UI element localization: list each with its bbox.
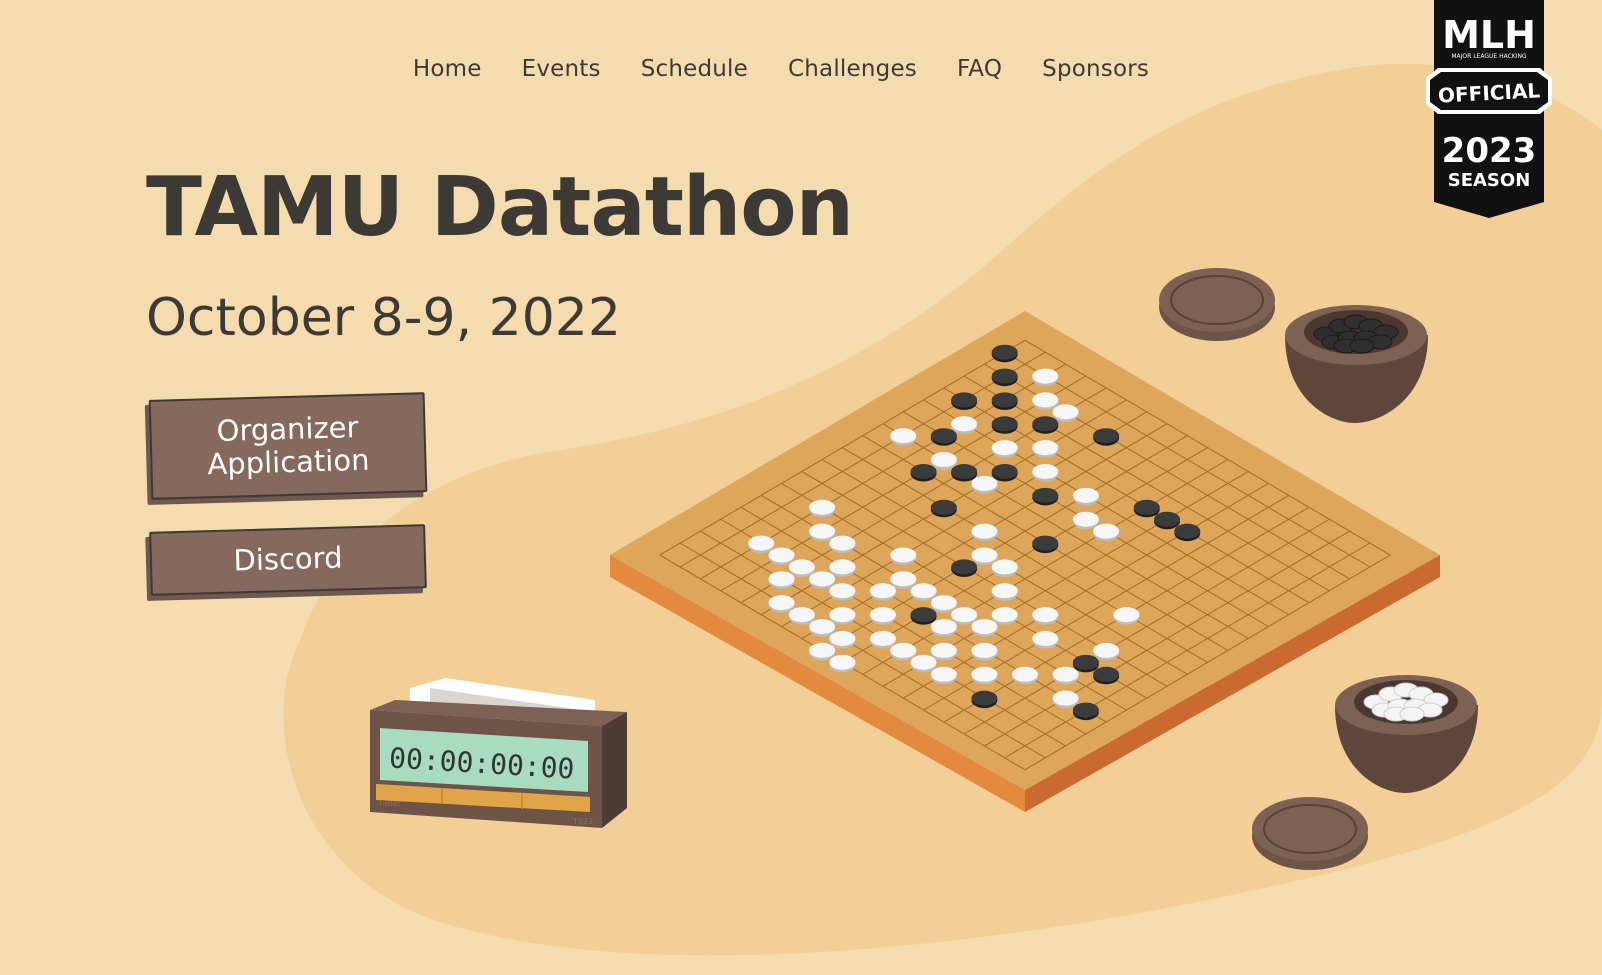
nav-home[interactable]: Home xyxy=(413,56,482,82)
discord-label: Discord xyxy=(233,540,343,578)
bowl-lid-bottom-icon xyxy=(1252,797,1368,870)
nav-schedule[interactable]: Schedule xyxy=(641,56,748,82)
nav-sponsors[interactable]: Sponsors xyxy=(1042,56,1149,82)
nav-faq[interactable]: FAQ xyxy=(957,56,1002,82)
mlh-badge-top: MLH xyxy=(1442,13,1536,57)
discord-button[interactable]: Discord xyxy=(149,524,427,596)
mlh-badge-small: MAJOR LEAGUE HACKING xyxy=(1451,53,1527,60)
main-nav: Home Events Schedule Challenges FAQ Spon… xyxy=(0,56,1602,82)
page-title: TAMU Datathon xyxy=(146,160,854,255)
organizer-application-label: Organizer Application xyxy=(206,409,370,482)
mlh-badge-year: 2023 xyxy=(1442,131,1537,171)
event-date: October 8-9, 2022 xyxy=(146,288,621,348)
clock-model: T022 xyxy=(572,817,593,826)
nav-events[interactable]: Events xyxy=(522,56,601,82)
mlh-badge-icon[interactable]: MLH MAJOR LEAGUE HACKING OFFICIAL 2023 S… xyxy=(1426,0,1552,218)
mlh-badge-season: SEASON xyxy=(1448,170,1531,191)
clock-brand: Timer xyxy=(377,799,402,808)
organizer-application-button[interactable]: Organizer Application xyxy=(148,392,428,500)
nav-challenges[interactable]: Challenges xyxy=(788,56,917,82)
bowl-lid-top-icon xyxy=(1159,268,1275,341)
